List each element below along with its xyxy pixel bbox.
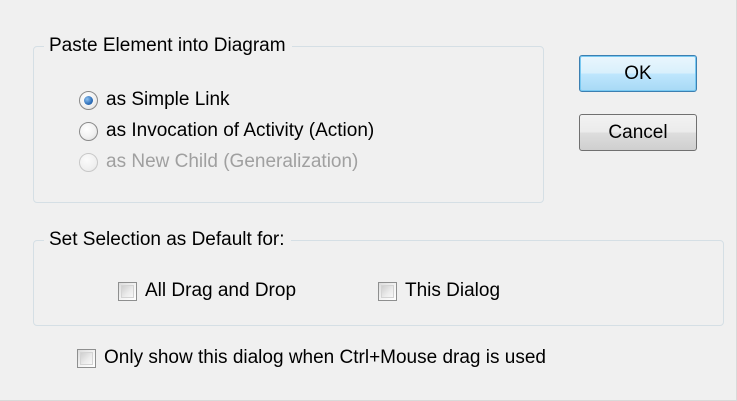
checkbox-only-show-dialog[interactable]: Only show this dialog when Ctrl+Mouse dr… — [77, 346, 546, 370]
radio-button-selected[interactable] — [79, 90, 98, 110]
radio-option-simple-link[interactable]: as Simple Link — [79, 88, 230, 112]
radio-label-invocation-of-activity: as Invocation of Activity (Action) — [106, 120, 375, 141]
checkbox-box[interactable] — [118, 281, 137, 301]
set-default-group-title: Set Selection as Default for: — [44, 228, 291, 252]
paste-element-dialog: Paste Element into Diagram as Simple Lin… — [0, 0, 737, 401]
checkbox-this-dialog[interactable]: This Dialog — [378, 279, 500, 303]
checkbox-label-this-dialog: This Dialog — [405, 280, 501, 301]
radio-option-new-child: as New Child (Generalization) — [79, 150, 358, 174]
paste-element-group-title: Paste Element into Diagram — [44, 34, 292, 58]
checkbox-all-drag-and-drop[interactable]: All Drag and Drop — [118, 279, 296, 303]
cancel-button[interactable]: Cancel — [579, 114, 697, 151]
ok-button[interactable]: OK — [579, 55, 697, 92]
checkbox-label-only-show-dialog: Only show this dialog when Ctrl+Mouse dr… — [104, 347, 546, 368]
radio-button[interactable] — [79, 121, 98, 141]
checkbox-box[interactable] — [77, 348, 96, 368]
radio-button-disabled — [79, 152, 98, 172]
checkbox-box[interactable] — [378, 281, 397, 301]
checkbox-label-all-drag-and-drop: All Drag and Drop — [145, 280, 297, 301]
radio-option-invocation-of-activity[interactable]: as Invocation of Activity (Action) — [79, 119, 374, 143]
radio-label-new-child: as New Child (Generalization) — [106, 151, 359, 172]
radio-label-simple-link: as Simple Link — [106, 89, 230, 110]
